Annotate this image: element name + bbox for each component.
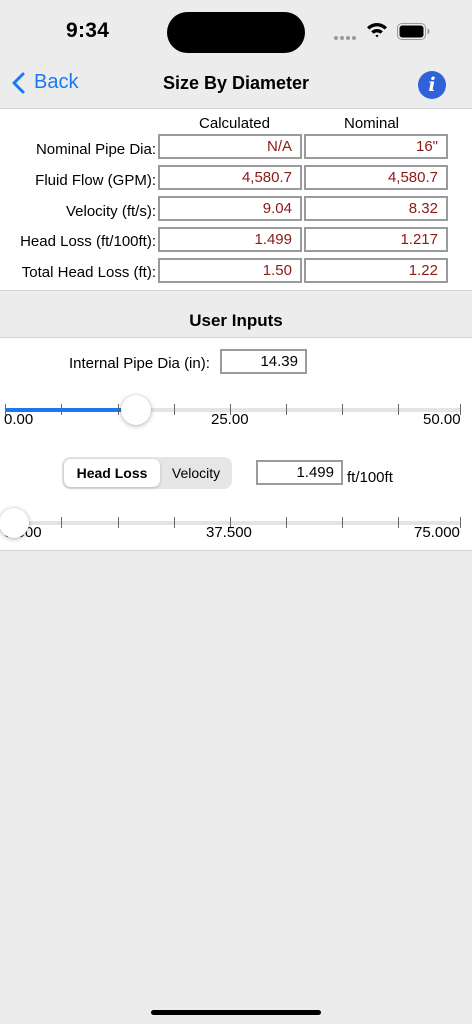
slider-min-label: 0.00 <box>4 411 34 428</box>
nominal-pipe-dia-nominal: 16" <box>304 134 448 159</box>
total-head-loss-nominal: 1.22 <box>304 258 448 283</box>
nominal-pipe-dia-calculated: N/A <box>158 134 302 159</box>
slider-tick <box>460 517 461 528</box>
internal-pipe-dia-label: Internal Pipe Dia (in): <box>69 355 210 372</box>
slider-tick <box>174 517 175 528</box>
dynamic-island <box>167 12 305 53</box>
slider-tick <box>174 404 175 415</box>
slider-max-label: 50.00 <box>423 411 461 428</box>
slider-tick <box>61 517 62 528</box>
status-bar: 9:34 <box>0 0 472 64</box>
head-loss-nominal: 1.217 <box>304 227 448 252</box>
cellular-signal-icon <box>334 36 356 40</box>
slider-tick <box>342 404 343 415</box>
fluid-flow-label: Fluid Flow (GPM): <box>35 172 156 189</box>
velocity-nominal: 8.32 <box>304 196 448 221</box>
segment-velocity[interactable]: Velocity <box>162 459 230 487</box>
segment-head-loss[interactable]: Head Loss <box>64 459 160 487</box>
slider-tick <box>342 517 343 528</box>
head-loss-calculated: 1.499 <box>158 227 302 252</box>
total-head-loss-calculated: 1.50 <box>158 258 302 283</box>
battery-icon <box>397 23 430 40</box>
slider-tick <box>118 404 119 415</box>
slider-thumb[interactable] <box>0 508 29 538</box>
nominal-pipe-dia-label: Nominal Pipe Dia: <box>35 141 156 158</box>
wifi-icon <box>367 22 387 38</box>
navigation-bar: Back Size By Diameter i <box>0 64 472 108</box>
slider-tick <box>398 517 399 528</box>
slider-mid-label: 37.500 <box>206 524 252 541</box>
user-inputs-panel: Internal Pipe Dia (in): 14.39 0.00 25.00… <box>0 338 472 551</box>
info-button[interactable]: i <box>418 71 446 99</box>
velocity-label: Velocity (ft/s): <box>65 203 156 220</box>
velocity-calculated: 9.04 <box>158 196 302 221</box>
fluid-flow-nominal: 4,580.7 <box>304 165 448 190</box>
nominal-column-header: Nominal <box>343 115 400 132</box>
internal-pipe-dia-input[interactable]: 14.39 <box>220 349 307 374</box>
head-loss-label: Head Loss (ft/100ft): <box>20 233 156 250</box>
slider-tick <box>61 404 62 415</box>
calculated-column-header: Calculated <box>199 115 270 132</box>
info-icon: i <box>428 74 436 96</box>
slider-tick <box>118 517 119 528</box>
section-title: User Inputs <box>189 311 283 330</box>
status-time: 9:34 <box>66 19 110 42</box>
fluid-flow-calculated: 4,580.7 <box>158 165 302 190</box>
head-loss-input[interactable]: 1.499 <box>256 460 343 485</box>
slider-max-label: 75.000 <box>414 524 460 541</box>
user-inputs-header: User Inputs <box>0 291 472 338</box>
slider-tick <box>398 404 399 415</box>
slider-tick <box>286 404 287 415</box>
results-panel: Calculated Nominal Nominal Pipe Dia: N/A… <box>0 108 472 291</box>
home-indicator <box>151 1010 321 1015</box>
mode-segmented-control: Head Loss Velocity <box>62 457 232 489</box>
slider-tick <box>286 517 287 528</box>
head-loss-unit: ft/100ft <box>347 469 393 486</box>
total-head-loss-label: Total Head Loss (ft): <box>21 264 156 281</box>
slider-thumb[interactable] <box>121 395 151 425</box>
slider-mid-label: 25.00 <box>211 411 249 428</box>
page-title: Size By Diameter <box>162 73 310 93</box>
